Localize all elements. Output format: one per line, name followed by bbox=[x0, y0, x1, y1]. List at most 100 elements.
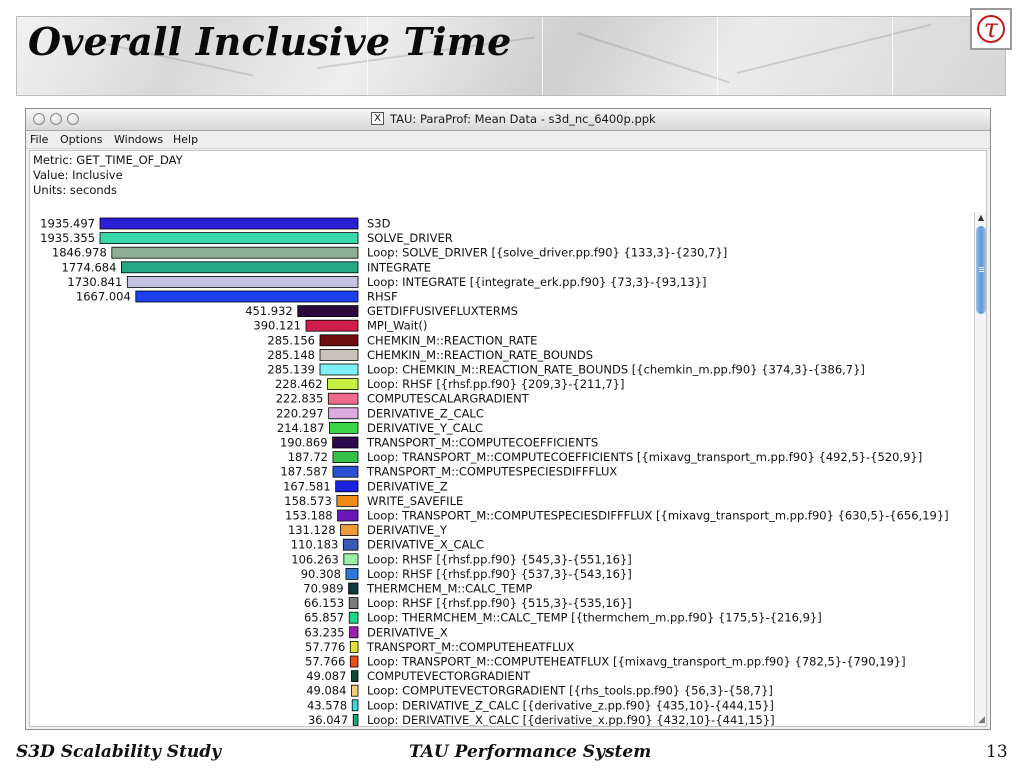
vertical-scrollbar[interactable]: ▲ bbox=[974, 212, 986, 726]
function-name-label[interactable]: Loop: COMPUTEVECTORGRADIENT [{rhs_tools.… bbox=[367, 684, 773, 698]
function-name-label[interactable]: GETDIFFUSIVEFLUXTERMS bbox=[367, 304, 518, 318]
function-name-label[interactable]: TRANSPORT_M::COMPUTEHEATFLUX bbox=[366, 640, 574, 654]
zoom-window-button[interactable] bbox=[67, 113, 79, 125]
bar-13[interactable] bbox=[328, 407, 359, 420]
footer-left-text: S3D Scalability Study bbox=[16, 742, 222, 762]
function-name-label[interactable]: Loop: RHSF [{rhsf.pp.f90} {545,3}-{551,1… bbox=[367, 552, 632, 566]
bar-20[interactable] bbox=[337, 509, 359, 522]
function-name-label[interactable]: Loop: RHSF [{rhsf.pp.f90} {515,3}-{535,1… bbox=[367, 596, 632, 610]
resize-grip-icon[interactable]: ◢ bbox=[978, 715, 986, 725]
function-name-label[interactable]: SOLVE_DRIVER bbox=[367, 231, 453, 245]
function-name-label[interactable]: Loop: CHEMKIN_M::REACTION_RATE_BOUNDS [{… bbox=[367, 363, 865, 377]
function-name-label[interactable]: Loop: TRANSPORT_M::COMPUTEHEATFLUX [{mix… bbox=[367, 655, 906, 669]
function-name-label[interactable]: INTEGRATE bbox=[367, 260, 431, 274]
bar-4[interactable] bbox=[126, 276, 359, 288]
function-name-label[interactable]: S3D bbox=[367, 217, 391, 231]
bar-18[interactable] bbox=[335, 480, 359, 493]
function-name-label[interactable]: Loop: TRANSPORT_M::COMPUTECOEFFICIENTS [… bbox=[367, 450, 922, 464]
close-window-button[interactable] bbox=[33, 113, 45, 125]
bar-value-label: 214.187 bbox=[277, 421, 325, 435]
bar-11[interactable] bbox=[327, 378, 359, 391]
menu-windows[interactable]: Windows bbox=[114, 133, 163, 146]
bar-value-label: 285.148 bbox=[267, 348, 315, 362]
bar-26[interactable] bbox=[348, 597, 359, 610]
function-name-label[interactable]: TRANSPORT_M::COMPUTESPECIESDIFFFLUX bbox=[366, 465, 617, 479]
function-name-label[interactable]: COMPUTEVECTORGRADIENT bbox=[367, 669, 531, 683]
bar-value-label: 285.139 bbox=[267, 363, 315, 377]
function-name-label[interactable]: Loop: SOLVE_DRIVER [{solve_driver.pp.f90… bbox=[367, 246, 727, 260]
bar-value-label: 1774.684 bbox=[62, 260, 117, 274]
function-name-label[interactable]: Loop: RHSF [{rhsf.pp.f90} {209,3}-{211,7… bbox=[367, 377, 624, 391]
minimize-window-button[interactable] bbox=[50, 113, 62, 125]
footer-center-text: TAU Performance System bbox=[409, 742, 652, 762]
bar-value-label: 63.235 bbox=[304, 625, 344, 639]
bar-7[interactable] bbox=[305, 319, 359, 332]
bar-25[interactable] bbox=[348, 582, 359, 595]
function-name-label[interactable]: Loop: DERIVATIVE_Z_CALC [{derivative_z.p… bbox=[367, 698, 774, 712]
bar-32[interactable] bbox=[351, 684, 359, 697]
bar-29[interactable] bbox=[349, 640, 359, 653]
function-name-label[interactable]: WRITE_SAVEFILE bbox=[367, 494, 463, 508]
bar-31[interactable] bbox=[351, 670, 359, 682]
bar-30[interactable] bbox=[349, 655, 359, 668]
function-name-label[interactable]: Loop: TRANSPORT_M::COMPUTESPECIESDIFFFLU… bbox=[367, 509, 949, 523]
bar-15[interactable] bbox=[332, 436, 359, 449]
bar-value-label: 1730.841 bbox=[67, 275, 122, 289]
x11-icon: X bbox=[371, 112, 384, 125]
bar-5[interactable] bbox=[135, 290, 359, 303]
bar-34[interactable] bbox=[352, 714, 359, 726]
function-name-label[interactable]: THERMCHEM_M::CALC_TEMP bbox=[366, 582, 532, 596]
bar-22[interactable] bbox=[342, 538, 359, 551]
function-name-label[interactable]: TRANSPORT_M::COMPUTECOEFFICIENTS bbox=[366, 436, 598, 450]
function-name-label[interactable]: DERIVATIVE_Y bbox=[367, 523, 448, 537]
bar-33[interactable] bbox=[351, 699, 359, 712]
bar-0[interactable] bbox=[99, 217, 359, 230]
function-name-label[interactable]: MPI_Wait() bbox=[367, 319, 427, 333]
menu-file[interactable]: File bbox=[30, 133, 48, 146]
function-name-label[interactable]: DERIVATIVE_X_CALC bbox=[367, 538, 484, 552]
bar-23[interactable] bbox=[343, 553, 359, 566]
function-name-label[interactable]: DERIVATIVE_Z_CALC bbox=[367, 406, 484, 420]
bar-value-label: 190.869 bbox=[280, 436, 328, 450]
bar-12[interactable] bbox=[327, 392, 359, 405]
bar-8[interactable] bbox=[319, 334, 359, 347]
bar-28[interactable] bbox=[349, 626, 359, 639]
bar-value-label: 1667.004 bbox=[76, 290, 131, 304]
bar-6[interactable] bbox=[297, 305, 359, 318]
function-name-label[interactable]: Loop: DERIVATIVE_X_CALC [{derivative_x.p… bbox=[367, 713, 775, 727]
scroll-up-arrow-icon[interactable]: ▲ bbox=[975, 212, 986, 224]
bar-17[interactable] bbox=[332, 465, 359, 478]
bar-10[interactable] bbox=[319, 363, 359, 376]
function-name-label[interactable]: DERIVATIVE_Y_CALC bbox=[367, 421, 483, 435]
bar-16[interactable] bbox=[332, 451, 359, 464]
bar-1[interactable] bbox=[99, 232, 359, 244]
bar-19[interactable] bbox=[336, 494, 359, 507]
function-name-label[interactable]: DERIVATIVE_Z bbox=[367, 479, 448, 493]
bar-value-label: 65.857 bbox=[304, 611, 344, 625]
bar-14[interactable] bbox=[329, 421, 359, 434]
function-name-label[interactable]: Loop: RHSF [{rhsf.pp.f90} {537,3}-{543,1… bbox=[367, 567, 632, 581]
bar-3[interactable] bbox=[121, 261, 359, 274]
bar-value-label: 222.835 bbox=[276, 392, 324, 406]
function-name-label[interactable]: Loop: THERMCHEM_M::CALC_TEMP [{thermchem… bbox=[367, 611, 822, 625]
bar-27[interactable] bbox=[348, 611, 359, 624]
bar-value-label: 70.989 bbox=[303, 582, 343, 596]
bar-chart-panel: Metric: GET_TIME_OF_DAY Value: Inclusive… bbox=[29, 150, 987, 727]
function-name-label[interactable]: CHEMKIN_M::REACTION_RATE_BOUNDS bbox=[367, 348, 593, 362]
function-name-label[interactable]: CHEMKIN_M::REACTION_RATE bbox=[367, 333, 537, 347]
function-name-label[interactable]: RHSF bbox=[367, 290, 398, 304]
function-name-label[interactable]: Loop: INTEGRATE [{integrate_erk.pp.f90} … bbox=[367, 275, 707, 289]
scroll-thumb[interactable] bbox=[976, 226, 986, 314]
bar-value-label: 90.308 bbox=[301, 567, 341, 581]
function-name-label[interactable]: COMPUTESCALARGRADIENT bbox=[367, 392, 530, 406]
bar-value-label: 57.776 bbox=[305, 640, 345, 654]
menu-options[interactable]: Options bbox=[60, 133, 102, 146]
bar-2[interactable] bbox=[111, 246, 359, 259]
menu-help[interactable]: Help bbox=[173, 133, 198, 146]
window-titlebar[interactable]: X TAU: ParaProf: Mean Data - s3d_nc_6400… bbox=[26, 109, 990, 131]
function-name-label[interactable]: DERIVATIVE_X bbox=[367, 625, 448, 639]
bar-21[interactable] bbox=[340, 524, 359, 537]
bar-24[interactable] bbox=[345, 567, 359, 580]
bar-9[interactable] bbox=[319, 348, 359, 361]
bar-value-label: 187.72 bbox=[288, 450, 328, 464]
